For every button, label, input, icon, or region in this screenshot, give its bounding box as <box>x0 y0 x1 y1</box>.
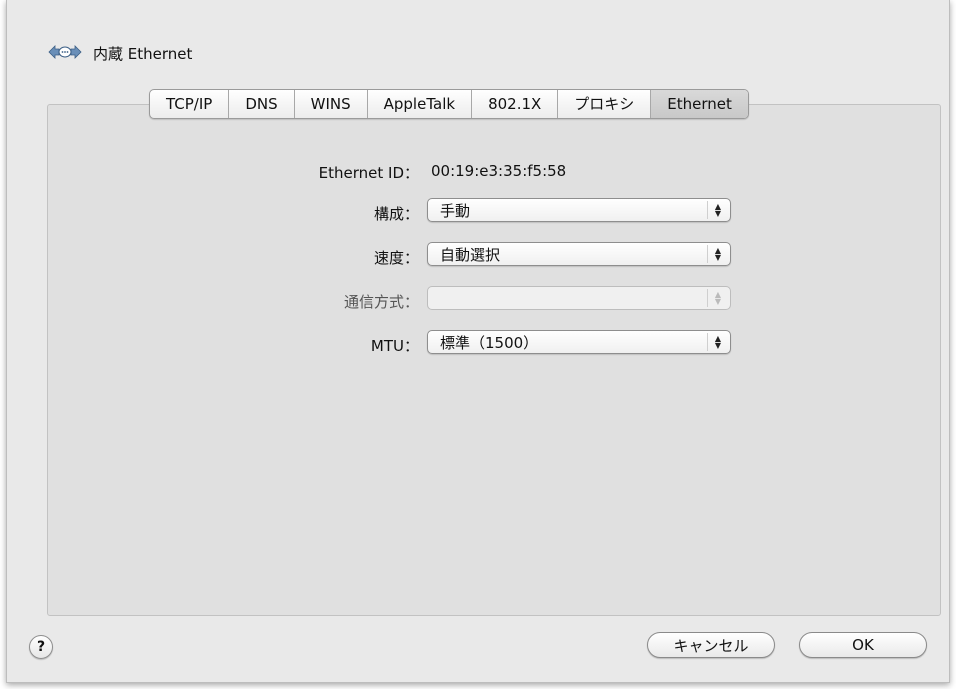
tab-appletalk[interactable]: AppleTalk <box>368 90 473 118</box>
ok-button[interactable]: OK <box>799 632 927 658</box>
duplex-label: 通信方式： <box>343 293 419 311</box>
speed-label: 速度： <box>373 249 419 267</box>
mtu-select-value: 標準（1500） <box>440 333 539 352</box>
ethernet-id-value: 00:19:e3:35:f5:58 <box>431 162 567 180</box>
mtu-select[interactable]: 標準（1500） ▲ ▼ <box>427 330 731 354</box>
tab-content-panel <box>47 104 941 616</box>
mtu-label: MTU： <box>370 337 419 355</box>
help-button[interactable]: ? <box>29 635 53 659</box>
ethernet-id-label: Ethernet ID： <box>318 164 419 182</box>
tab-bar: TCP/IP DNS WINS AppleTalk 802.1X プロキシ Et… <box>149 89 749 119</box>
updown-arrows-icon: ▲ ▼ <box>707 201 728 219</box>
tab-8021x[interactable]: 802.1X <box>472 90 559 118</box>
updown-arrows-icon: ▲ ▼ <box>707 333 728 351</box>
tab-tcpip[interactable]: TCP/IP <box>150 90 230 118</box>
ethernet-icon <box>48 45 82 59</box>
updown-arrows-icon: ▲ ▼ <box>707 245 728 263</box>
config-select-value: 手動 <box>440 201 471 220</box>
config-label: 構成： <box>373 205 419 223</box>
config-select[interactable]: 手動 ▲ ▼ <box>427 198 731 222</box>
tab-wins[interactable]: WINS <box>295 90 368 118</box>
tab-ethernet[interactable]: Ethernet <box>651 90 748 118</box>
tab-dns[interactable]: DNS <box>229 90 295 118</box>
tab-proxy[interactable]: プロキシ <box>558 90 652 118</box>
network-advanced-sheet: 内蔵 Ethernet TCP/IP DNS WINS AppleTalk 80… <box>6 0 950 683</box>
speed-select-value: 自動選択 <box>440 245 501 264</box>
duplex-select: ▲ ▼ <box>427 286 731 310</box>
header: 内蔵 Ethernet <box>45 40 192 66</box>
speed-select[interactable]: 自動選択 ▲ ▼ <box>427 242 731 266</box>
updown-arrows-icon: ▲ ▼ <box>707 289 728 307</box>
page-title: 内蔵 Ethernet <box>93 44 193 63</box>
cancel-button[interactable]: キャンセル <box>647 632 775 658</box>
